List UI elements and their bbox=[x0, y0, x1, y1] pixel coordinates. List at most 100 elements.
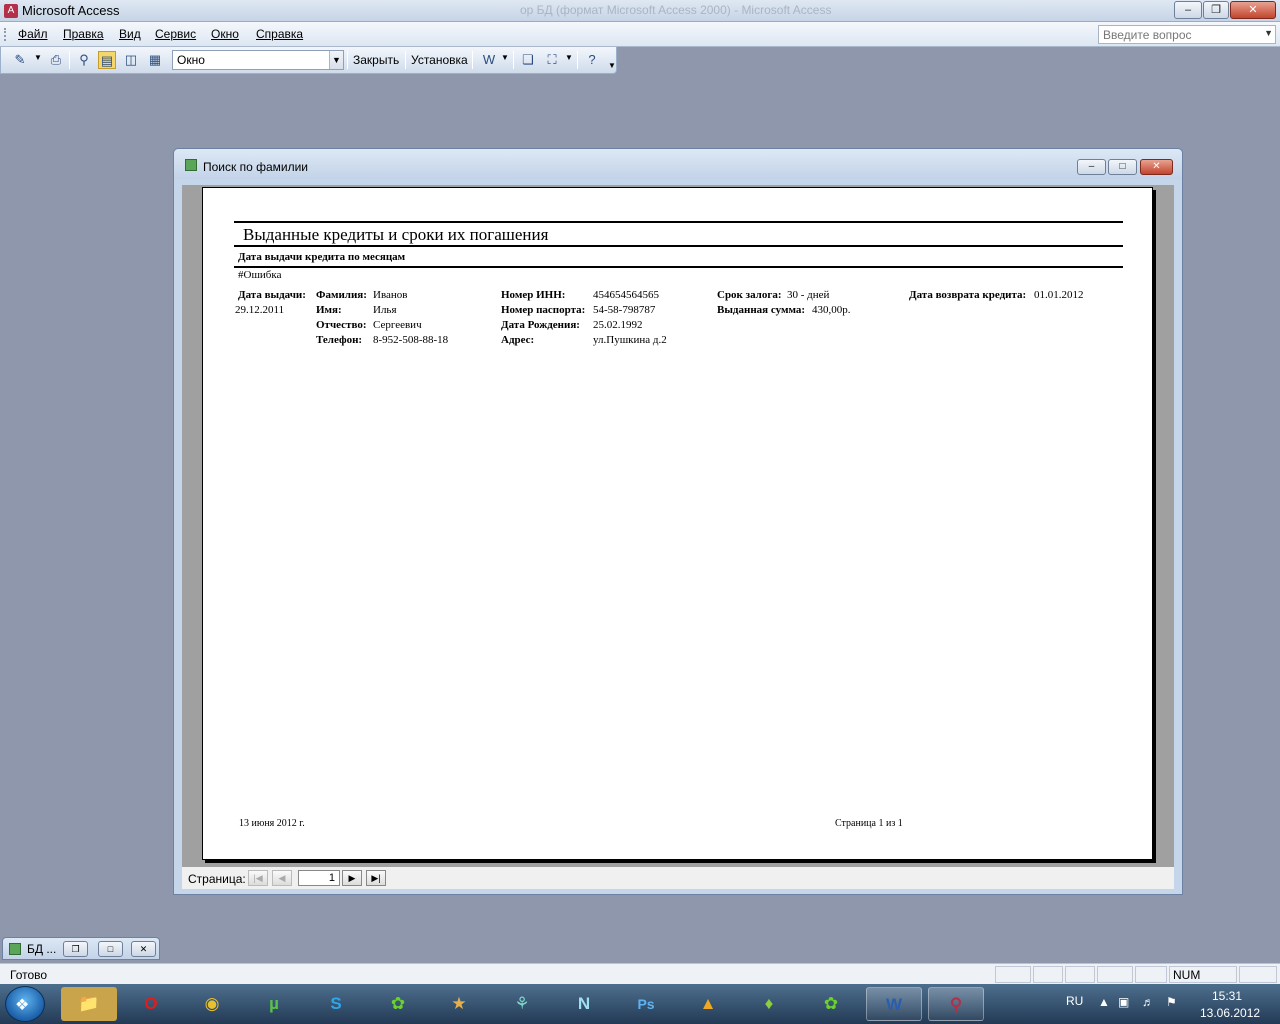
office-links-icon[interactable]: W bbox=[480, 51, 498, 69]
utorrent-taskbar-icon[interactable]: µ bbox=[246, 987, 302, 1021]
icq-taskbar-icon[interactable]: ✿ bbox=[370, 987, 426, 1021]
birth-date-value: 25.02.1992 bbox=[593, 319, 643, 331]
status-cell bbox=[1033, 966, 1063, 983]
action-center-icon[interactable]: ⚑ bbox=[1166, 995, 1177, 1009]
zoom-icon[interactable]: ⚲ bbox=[75, 51, 93, 69]
pledge-term-label: Срок залога: bbox=[717, 289, 782, 301]
minimize-app-button[interactable]: – bbox=[1174, 1, 1202, 19]
access-taskbar-button[interactable]: ⚲ bbox=[928, 987, 984, 1021]
one-page-icon[interactable]: ▤ bbox=[98, 51, 116, 69]
menu-view[interactable]: Вид bbox=[119, 27, 141, 41]
maximize-child-button[interactable]: □ bbox=[1108, 159, 1137, 175]
report-preview-window: Поиск по фамилии – □ ✕ Выданные кредиты … bbox=[173, 148, 1183, 895]
pledge-term-value: 30 - дней bbox=[787, 289, 830, 301]
close-preview-button[interactable]: Закрыть bbox=[353, 53, 399, 67]
last-page-button[interactable]: ▶| bbox=[366, 870, 386, 886]
previous-page-button[interactable]: ◀ bbox=[272, 870, 292, 886]
show-hidden-icons[interactable]: ▲ bbox=[1098, 995, 1110, 1009]
name-label: Имя: bbox=[316, 304, 342, 316]
child-title-bar: Поиск по фамилии – □ ✕ bbox=[174, 149, 1182, 179]
title-top-rule bbox=[234, 221, 1123, 223]
minimized-window-title: БД ... bbox=[27, 942, 57, 956]
volume-icon[interactable]: ♬ bbox=[1142, 995, 1154, 1009]
database-icon bbox=[9, 943, 21, 955]
chevron-down-icon[interactable]: ▼ bbox=[565, 53, 573, 62]
restore-window-button[interactable]: ❐ bbox=[63, 941, 88, 957]
patronymic-label: Отчество: bbox=[316, 319, 367, 331]
clock-time[interactable]: 15:31 bbox=[1212, 989, 1242, 1003]
close-app-button[interactable]: ✕ bbox=[1230, 1, 1276, 19]
toolbar-empty-area bbox=[617, 47, 1280, 74]
next-page-button[interactable]: ▶ bbox=[342, 870, 362, 886]
word-taskbar-button[interactable]: W bbox=[866, 987, 922, 1021]
network-icon[interactable]: ▣ bbox=[1118, 995, 1129, 1009]
chevron-down-icon[interactable]: ▼ bbox=[1264, 28, 1273, 38]
clock-date[interactable]: 13.06.2012 bbox=[1200, 1006, 1260, 1020]
help-question-input[interactable]: Введите вопрос ▼ bbox=[1098, 25, 1276, 44]
background-window-title: ор БД (формат Microsoft Access 2000) - M… bbox=[520, 3, 832, 17]
phone-value: 8-952-508-88-18 bbox=[373, 334, 449, 346]
icq2-taskbar-icon[interactable]: ✿ bbox=[803, 987, 859, 1021]
status-cell bbox=[995, 966, 1031, 983]
chevron-down-icon[interactable]: ▼ bbox=[34, 53, 42, 62]
app-taskbar-icon[interactable]: ⚘ bbox=[494, 987, 550, 1021]
minimized-database-window[interactable]: БД ... ❐ □ ✕ bbox=[2, 937, 160, 960]
maximize-window-button[interactable]: □ bbox=[98, 941, 123, 957]
status-text: Готово bbox=[10, 968, 48, 982]
menu-grip[interactable] bbox=[4, 28, 7, 41]
minimize-child-button[interactable]: – bbox=[1077, 159, 1106, 175]
explorer-taskbar-icon[interactable]: 📁 bbox=[61, 987, 117, 1021]
print-preview-toolbar: ✎ ▼ ⎙ ⚲ ▤ ◫ ▦ Окно ▼ Закрыть Установка W… bbox=[0, 47, 617, 74]
return-date-label: Дата возврата кредита: bbox=[909, 289, 1027, 301]
toolbar-separator bbox=[577, 51, 578, 69]
app2-taskbar-icon[interactable]: ♦ bbox=[741, 987, 797, 1021]
menu-bar: Файл Правка Вид Сервис Окно Справка bbox=[0, 22, 1280, 47]
print-icon[interactable]: ⎙ bbox=[47, 51, 65, 69]
access-app-icon[interactable]: A bbox=[4, 4, 18, 18]
new-object-icon[interactable]: ⛶ bbox=[543, 51, 561, 69]
zoom-value: Окно bbox=[177, 53, 205, 67]
page-nav-label: Страница: bbox=[188, 872, 246, 886]
phone-label: Телефон: bbox=[316, 334, 363, 346]
chevron-down-icon[interactable]: ▼ bbox=[501, 53, 509, 62]
photoshop-taskbar-icon[interactable]: Ps bbox=[618, 987, 674, 1021]
page-number-input[interactable]: 1 bbox=[298, 870, 340, 886]
chrome-taskbar-icon[interactable]: ◉ bbox=[184, 987, 240, 1021]
inn-label: Номер ИНН: bbox=[501, 289, 566, 301]
first-page-button[interactable]: |◀ bbox=[248, 870, 268, 886]
inn-value: 454654564565 bbox=[593, 289, 659, 301]
help-icon[interactable]: ? bbox=[583, 51, 601, 69]
menu-window[interactable]: Окно bbox=[211, 27, 239, 41]
page-navigation: Страница: |◀ ◀ 1 ▶ ▶| bbox=[182, 867, 1174, 889]
menu-edit[interactable]: Правка bbox=[63, 27, 104, 41]
preview-area[interactable]: Выданные кредиты и сроки их погашения Да… bbox=[182, 185, 1174, 867]
birth-date-label: Дата Рождения: bbox=[501, 319, 580, 331]
menu-tools[interactable]: Сервис bbox=[155, 27, 196, 41]
multiple-pages-icon[interactable]: ▦ bbox=[146, 51, 164, 69]
chevron-down-icon[interactable]: ▼ bbox=[329, 51, 343, 69]
close-window-button[interactable]: ✕ bbox=[131, 941, 156, 957]
close-child-button[interactable]: ✕ bbox=[1140, 159, 1173, 175]
game-taskbar-icon[interactable]: ★ bbox=[431, 987, 487, 1021]
skype-taskbar-icon[interactable]: S bbox=[308, 987, 364, 1021]
surname-value: Иванов bbox=[373, 289, 408, 301]
aimp-taskbar-icon[interactable]: ▲ bbox=[680, 987, 736, 1021]
return-date-value: 01.01.2012 bbox=[1034, 289, 1084, 301]
two-pages-icon[interactable]: ◫ bbox=[122, 51, 140, 69]
page-setup-button[interactable]: Установка bbox=[411, 53, 468, 67]
group-header-rule bbox=[234, 266, 1123, 268]
zoom-select[interactable]: Окно ▼ bbox=[172, 50, 344, 70]
menu-file[interactable]: Файл bbox=[18, 27, 48, 41]
nero-taskbar-icon[interactable]: N bbox=[556, 987, 612, 1021]
language-indicator[interactable]: RU bbox=[1066, 994, 1083, 1008]
restore-app-button[interactable]: ❐ bbox=[1203, 1, 1229, 19]
menu-help[interactable]: Справка bbox=[256, 27, 303, 41]
opera-taskbar-icon[interactable]: O bbox=[123, 987, 179, 1021]
patronymic-value: Сергеевич bbox=[373, 319, 422, 331]
database-window-icon[interactable]: ❏ bbox=[519, 51, 537, 69]
design-view-icon[interactable]: ✎ bbox=[11, 51, 29, 69]
toolbar-options-icon[interactable]: ▼ bbox=[608, 61, 616, 70]
surname-label: Фамилия: bbox=[316, 289, 367, 301]
footer-date: 13 июня 2012 г. bbox=[239, 818, 305, 829]
start-button[interactable]: ❖ bbox=[5, 986, 45, 1022]
